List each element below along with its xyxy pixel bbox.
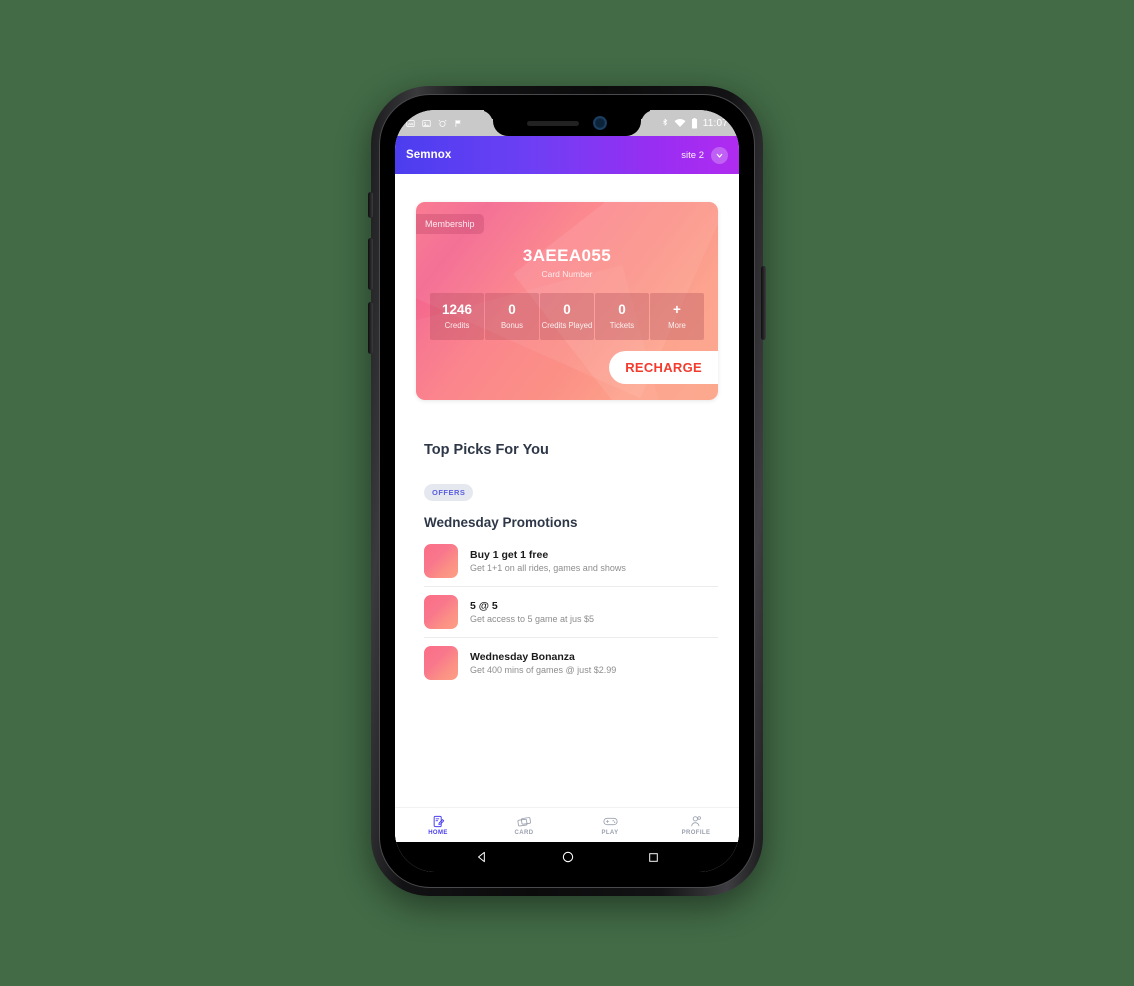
promo-subtitle: Get access to 5 game at jus $5 (470, 614, 595, 624)
promo-thumbnail-icon (424, 595, 458, 629)
alarm-icon (438, 119, 447, 127)
front-camera-icon (593, 116, 607, 130)
home-note-icon (433, 815, 444, 827)
card-number-value: 3AEEA055 (522, 246, 612, 265)
stat-value: 0 (618, 302, 626, 317)
list-item[interactable]: Buy 1 get 1 free Get 1+1 on all rides, g… (424, 536, 718, 587)
nav-label: HOME (428, 829, 448, 836)
power-button[interactable] (761, 266, 766, 340)
stat-label: Tickets (609, 320, 635, 330)
promo-text: 5 @ 5 Get access to 5 game at jus $5 (470, 600, 594, 624)
promo-title: 5 @ 5 (470, 600, 498, 612)
promo-subtitle: Get 1+1 on all rides, games and shows (470, 563, 626, 573)
stat-value: 0 (508, 302, 516, 317)
stat-tickets[interactable]: 0 Tickets (595, 293, 649, 340)
chevron-down-icon[interactable] (711, 146, 728, 164)
top-picks-title: Top Picks For You (424, 442, 549, 458)
card-number-block: 3AEEA055 Card Number (416, 202, 718, 279)
status-bar: 11:07 (395, 110, 739, 136)
mute-switch[interactable] (368, 192, 373, 218)
app-bar: Semnox site 2 (395, 136, 739, 174)
card-stats-row: 1246 Credits 0 Bonus 0 Credits Played 0 … (430, 293, 704, 340)
stat-credits-played[interactable]: 0 Credits Played (540, 293, 594, 340)
app-title: Semnox (406, 149, 452, 161)
promo-title: Buy 1 get 1 free (470, 549, 549, 561)
nav-label: PLAY (601, 829, 619, 836)
promo-thumbnail-icon (424, 544, 458, 578)
image-icon (406, 119, 415, 127)
phone-screen: 11:07 Semnox site 2 Membership 3AEEA055 … (395, 110, 739, 872)
stat-value: 1246 (441, 302, 473, 317)
stat-bonus[interactable]: 0 Bonus (485, 293, 539, 340)
phone-bezel: 11:07 Semnox site 2 Membership 3AEEA055 … (379, 94, 755, 888)
stat-more[interactable]: + More (650, 293, 704, 340)
nav-item-play[interactable]: PLAY (567, 815, 653, 836)
nav-item-profile[interactable]: PROFILE (653, 815, 739, 836)
bottom-navigation: HOME CARD PLAY PROFILE (395, 807, 739, 842)
list-item[interactable]: Wednesday Bonanza Get 400 mins of games … (424, 638, 718, 688)
cards-icon (517, 816, 531, 826)
notch (479, 110, 655, 136)
status-bar-right-icons: 11:07 (661, 117, 739, 129)
stat-value: + (673, 302, 681, 317)
stat-label: Bonus (500, 320, 524, 330)
site-selector[interactable]: site 2 (681, 146, 728, 164)
earpiece-speaker (527, 120, 579, 126)
promo-subtitle: Get 400 mins of games @ just $2.99 (470, 665, 617, 675)
promotions-list: Buy 1 get 1 free Get 1+1 on all rides, g… (424, 536, 718, 688)
recharge-button[interactable]: RECHARGE (609, 351, 718, 384)
phone-frame: 11:07 Semnox site 2 Membership 3AEEA055 … (368, 86, 766, 896)
membership-card[interactable]: Membership 3AEEA055 Card Number 1246 Cre… (416, 202, 718, 400)
nav-item-card[interactable]: CARD (481, 815, 567, 836)
stat-label: More (668, 320, 686, 330)
card-number-label: Card Number (541, 269, 593, 279)
promo-text: Wednesday Bonanza Get 400 mins of games … (470, 651, 616, 675)
status-bar-clock: 11:07 (702, 117, 728, 129)
android-navigation-bar (395, 842, 739, 872)
stat-label: Credits Played (541, 320, 593, 330)
promo-title: Wednesday Bonanza (470, 651, 575, 663)
promo-text: Buy 1 get 1 free Get 1+1 on all rides, g… (470, 549, 626, 573)
promotions-group-title: Wednesday Promotions (424, 515, 578, 530)
offers-badge: OFFERS (424, 484, 474, 501)
photo-icon (422, 119, 431, 127)
volume-up-button[interactable] (368, 238, 373, 290)
gamepad-icon (602, 817, 618, 825)
list-item[interactable]: 5 @ 5 Get access to 5 game at jus $5 (424, 587, 718, 638)
stat-credits[interactable]: 1246 Credits (430, 293, 484, 340)
nav-item-home[interactable]: HOME (395, 815, 481, 836)
nav-label: CARD (514, 829, 534, 836)
promo-thumbnail-icon (424, 646, 458, 680)
battery-icon (691, 117, 697, 129)
recents-square-icon[interactable] (647, 851, 660, 864)
status-bar-left-icons (395, 119, 490, 128)
stat-label: Credits (444, 320, 470, 330)
wifi-icon (674, 119, 686, 127)
profile-icon (690, 815, 701, 826)
site-selector-label: site 2 (681, 149, 704, 161)
volume-down-button[interactable] (368, 302, 373, 354)
flag-icon (455, 119, 461, 127)
stat-value: 0 (563, 302, 571, 317)
home-circle-icon[interactable] (561, 850, 575, 864)
nav-label: PROFILE (681, 829, 711, 836)
back-triangle-icon[interactable] (475, 850, 489, 864)
bluetooth-icon (662, 118, 667, 126)
app-content: Membership 3AEEA055 Card Number 1246 Cre… (395, 174, 739, 842)
